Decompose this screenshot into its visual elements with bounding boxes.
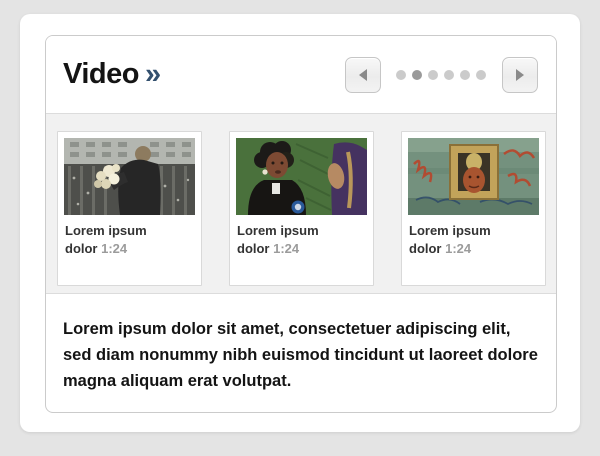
video-carousel: Lorem ipsum dolor 1:24 Lorem ipsum dolor… <box>46 114 556 294</box>
video-duration: 1:24 <box>273 241 300 256</box>
widget-title-arrow: » <box>144 58 161 90</box>
video-caption: Lorem ipsum dolor 1:24 <box>65 222 171 258</box>
video-thumbnail-graffiti[interactable] <box>408 138 539 215</box>
pagination-dot[interactable] <box>460 69 470 80</box>
pagination-dot[interactable] <box>412 69 422 80</box>
video-thumbnail-interview[interactable] <box>236 138 367 215</box>
video-duration: 1:24 <box>445 241 472 256</box>
prev-arrow-icon <box>359 68 367 81</box>
video-card[interactable]: Lorem ipsum dolor 1:24 <box>57 131 202 286</box>
description-text: Lorem ipsum dolor sit amet, consectetuer… <box>63 320 538 390</box>
next-button[interactable] <box>502 56 538 93</box>
widget-header: Video» <box>46 36 556 114</box>
carousel-controls <box>345 56 538 93</box>
pagination-dot[interactable] <box>428 69 438 80</box>
description-section: Lorem ipsum dolor sit amet, consectetuer… <box>46 294 556 394</box>
prev-button[interactable] <box>345 56 381 93</box>
video-widget: Video» Lorem ipsum dolor 1:24 Lorem ipsu… <box>45 35 557 413</box>
widget-title: Video <box>63 58 139 90</box>
page-background: Video» Lorem ipsum dolor 1:24 Lorem ipsu… <box>0 0 600 456</box>
pagination-dots <box>393 69 489 80</box>
pagination-dot[interactable] <box>444 69 454 80</box>
video-card[interactable]: Lorem ipsum dolor 1:24 <box>401 131 546 286</box>
video-duration: 1:24 <box>101 241 128 256</box>
video-caption: Lorem ipsum dolor 1:24 <box>237 222 343 258</box>
video-card[interactable]: Lorem ipsum dolor 1:24 <box>229 131 374 286</box>
video-caption: Lorem ipsum dolor 1:24 <box>409 222 515 258</box>
pagination-dot[interactable] <box>476 69 486 80</box>
content-card: Video» Lorem ipsum dolor 1:24 Lorem ipsu… <box>20 14 580 432</box>
widget-title-link[interactable]: Video» <box>63 58 161 91</box>
pagination-dot[interactable] <box>396 69 406 80</box>
video-thumbnail-memorial[interactable] <box>64 138 195 215</box>
next-arrow-icon <box>516 68 524 81</box>
